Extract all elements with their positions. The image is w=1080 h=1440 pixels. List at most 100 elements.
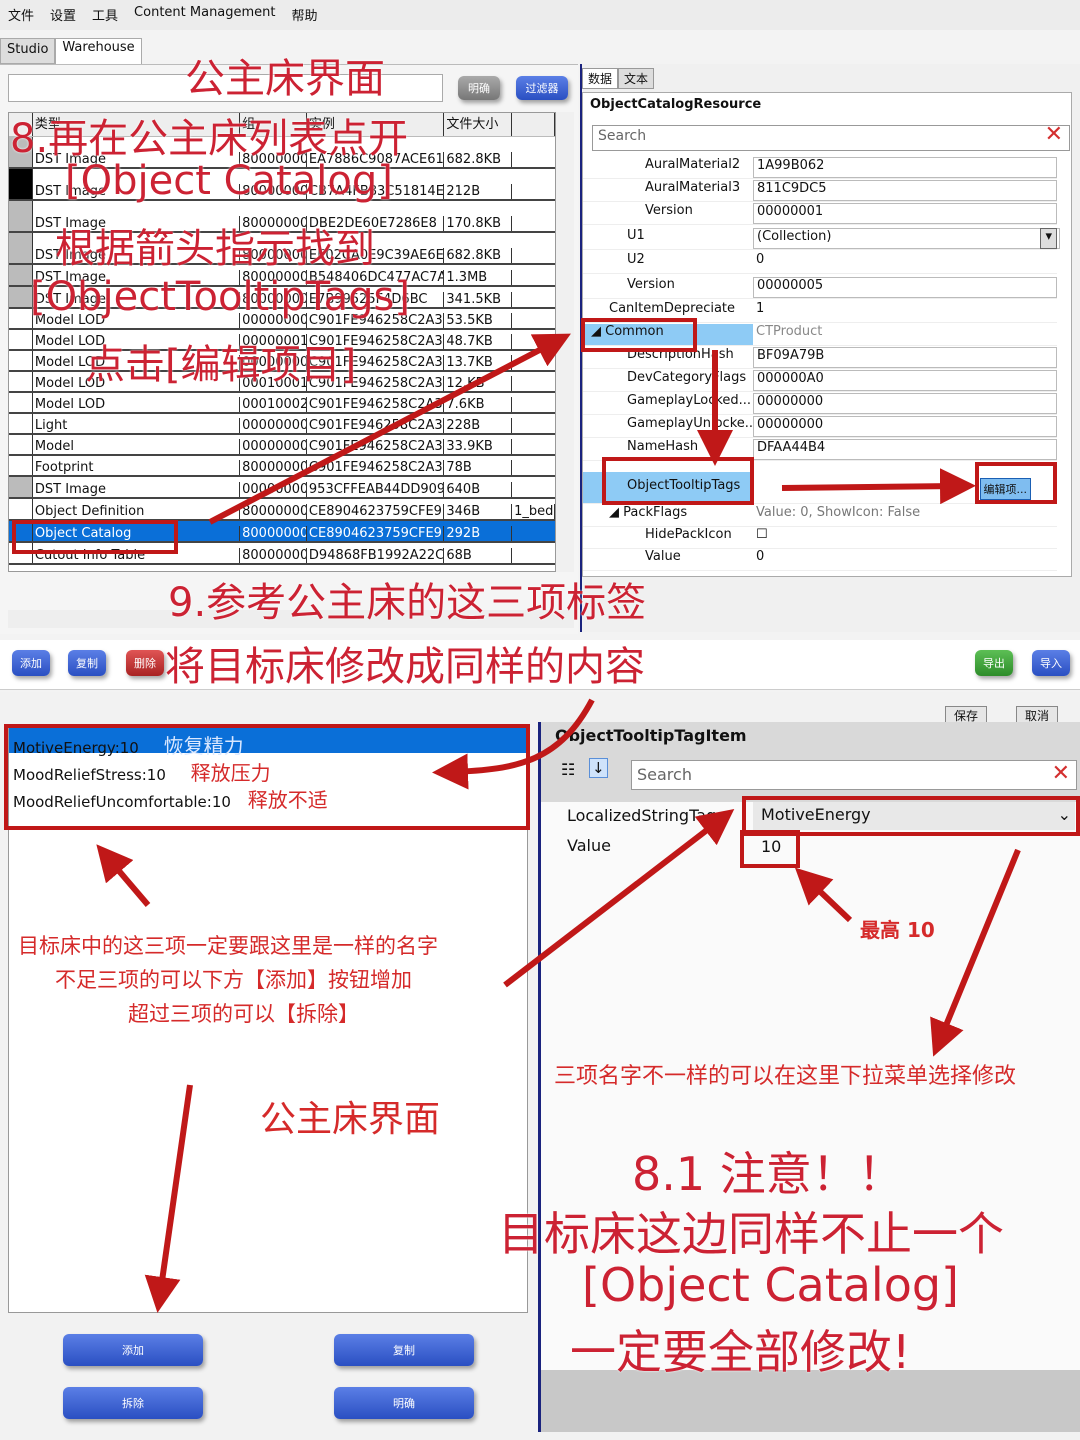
table-cell: DST Image bbox=[33, 482, 241, 497]
property-value[interactable]: (Collection) bbox=[753, 228, 1061, 249]
property-label: AuralMaterial3 bbox=[645, 180, 741, 195]
categorized-sort-icon[interactable]: ☷ bbox=[561, 760, 575, 779]
copy-button[interactable]: 复制 bbox=[68, 650, 106, 676]
property-value[interactable]: 1 bbox=[753, 301, 1057, 322]
property-search-input[interactable]: Search ✕ bbox=[592, 122, 1070, 151]
table-cell: 1_bed bbox=[514, 504, 555, 519]
table-cell: 682.8KB bbox=[444, 248, 513, 263]
tag-search-input[interactable]: Search ✕ bbox=[631, 760, 1077, 790]
property-value[interactable]: 00000000 bbox=[753, 416, 1057, 437]
header-extra[interactable] bbox=[512, 113, 555, 136]
property-value[interactable]: 811C9DC5 bbox=[753, 180, 1057, 201]
property-value[interactable]: 000000A0 bbox=[753, 370, 1057, 391]
property-value[interactable]: 00000001 bbox=[753, 203, 1057, 224]
property-row[interactable]: Value 0 bbox=[583, 549, 1057, 571]
property-value[interactable]: 0 bbox=[753, 252, 1057, 273]
table-row[interactable]: Model LOD 00010002 C901FE946258C2A3 7.6KB bbox=[9, 393, 555, 414]
property-label: U1 bbox=[627, 228, 645, 243]
property-value[interactable]: 1A99B062 bbox=[753, 157, 1057, 178]
thumbnail-icon bbox=[9, 499, 33, 519]
property-row[interactable]: AuralMaterial3 811C9DC5 bbox=[583, 180, 1057, 202]
tab-studio[interactable]: Studio bbox=[0, 38, 56, 64]
tab-warehouse[interactable]: Warehouse bbox=[55, 38, 142, 64]
menu-settings[interactable]: 设置 bbox=[50, 5, 76, 25]
add-tag-button[interactable]: 添加 bbox=[63, 1334, 203, 1366]
thumbnail-icon bbox=[9, 435, 33, 454]
table-row[interactable]: Footprint 80000000 C901FE946258C2A3 78B bbox=[9, 456, 555, 477]
table-cell: 640B bbox=[444, 482, 513, 497]
property-row[interactable]: HidePackIcon ☐ bbox=[583, 527, 1057, 549]
menu-content-management[interactable]: Content Management bbox=[134, 5, 275, 25]
clear-search-icon[interactable]: ✕ bbox=[1052, 761, 1070, 786]
annotation: 目标床中的这三项一定要跟这里是一样的名字 bbox=[18, 934, 438, 958]
search-placeholder: Search bbox=[598, 128, 647, 144]
field-label: LocalizedStringTag bbox=[567, 806, 717, 825]
export-button[interactable]: 导出 bbox=[975, 650, 1013, 676]
property-value[interactable]: ☐ bbox=[753, 527, 1057, 548]
property-row[interactable]: DevCategoryFlags 000000A0 bbox=[583, 370, 1057, 392]
menu-tools[interactable]: 工具 bbox=[92, 5, 118, 25]
property-value[interactable]: DFAA44B4 bbox=[753, 439, 1057, 460]
table-row[interactable]: DST Image 00000000 953CFFEAB44DD909 640B bbox=[9, 477, 555, 499]
table-cell: Model bbox=[33, 439, 241, 454]
add-button[interactable]: 添加 bbox=[12, 650, 50, 676]
alphabetical-sort-icon[interactable]: ↓ bbox=[589, 758, 608, 778]
table-cell: C901FE946258C2A3 bbox=[308, 439, 445, 454]
highlight-box bbox=[4, 724, 530, 830]
table-cell: 00000000 bbox=[242, 418, 307, 433]
clear-search-icon[interactable]: ✕ bbox=[1045, 122, 1063, 147]
clear-tag-button[interactable]: 明确 bbox=[334, 1387, 474, 1419]
property-value[interactable]: 00000000 bbox=[753, 393, 1057, 414]
thumbnail-icon bbox=[9, 169, 33, 199]
table-cell: 80000000 bbox=[242, 548, 307, 563]
table-scrollbar[interactable] bbox=[556, 112, 574, 572]
table-cell: 00010002 bbox=[242, 397, 307, 412]
property-label: GameplayLocked... bbox=[627, 393, 752, 408]
thumbnail-icon bbox=[9, 351, 33, 370]
property-value[interactable]: 00000005 bbox=[753, 277, 1057, 298]
highlight-box bbox=[12, 520, 178, 554]
property-value[interactable]: Value: 0, ShowIcon: False bbox=[753, 505, 1057, 526]
filter-button[interactable]: 过滤器 bbox=[516, 76, 568, 100]
property-row[interactable]: Version 00000005 bbox=[583, 277, 1057, 299]
property-row[interactable]: AuralMaterial2 1A99B062 bbox=[583, 157, 1057, 179]
copy-tag-button[interactable]: 复制 bbox=[334, 1334, 474, 1366]
remove-tag-button[interactable]: 拆除 bbox=[63, 1387, 203, 1419]
property-row[interactable]: Version 00000001 bbox=[583, 203, 1057, 225]
highlight-box bbox=[581, 318, 697, 352]
annotation: 8.1 注意！！ bbox=[632, 1147, 904, 1201]
tab-data[interactable]: 数据 bbox=[582, 68, 619, 89]
delete-button[interactable]: 删除 bbox=[126, 650, 164, 676]
menu-help[interactable]: 帮助 bbox=[292, 5, 318, 25]
table-cell: 170.8KB bbox=[444, 216, 513, 231]
table-row[interactable]: Model 00000000 C901FE946258C2A3 33.9KB bbox=[9, 435, 555, 456]
clear-button[interactable]: 明确 bbox=[458, 76, 500, 100]
annotation: 目标床这边同样不止一个 bbox=[498, 1207, 1004, 1261]
property-row[interactable]: GameplayUnlocke... 00000000 bbox=[583, 416, 1057, 438]
table-cell: C901FE946258C2A3 bbox=[308, 397, 445, 412]
property-label: DevCategoryFlags bbox=[627, 370, 747, 385]
property-value[interactable]: 0 bbox=[753, 549, 1057, 570]
table-cell: 346B bbox=[444, 504, 513, 519]
header-size[interactable]: 文件大小 bbox=[444, 113, 513, 136]
table-row[interactable]: Light 00000000 C901FE946258C2A3 228B bbox=[9, 414, 555, 435]
dropdown-icon[interactable]: ▾ bbox=[1040, 228, 1057, 249]
value-field[interactable]: 10 bbox=[753, 834, 1075, 862]
property-row[interactable]: U1 (Collection) ▾ bbox=[583, 228, 1061, 250]
table-cell: Model LOD bbox=[33, 397, 241, 412]
table-cell: 953CFFEAB44DD909 bbox=[308, 482, 445, 497]
property-value[interactable]: BF09A79B bbox=[753, 347, 1057, 368]
property-row[interactable]: U2 0 bbox=[583, 252, 1057, 274]
table-cell: 212B bbox=[444, 184, 513, 199]
property-label: HidePackIcon bbox=[645, 527, 732, 542]
property-value[interactable]: CTProduct bbox=[753, 324, 1057, 345]
annotation: 超过三项的可以【拆除】 bbox=[128, 1002, 359, 1026]
tab-text[interactable]: 文本 bbox=[618, 68, 655, 89]
menu-file[interactable]: 文件 bbox=[8, 5, 34, 25]
property-row[interactable]: ◢ PackFlags Value: 0, ShowIcon: False bbox=[583, 505, 1057, 527]
import-button[interactable]: 导入 bbox=[1032, 650, 1070, 676]
property-row[interactable]: GameplayLocked... 00000000 bbox=[583, 393, 1057, 415]
table-cell: 12.KB bbox=[444, 376, 513, 391]
table-row[interactable]: Object Definition 80000000 CE8904623759CFE… bbox=[9, 499, 555, 521]
table-cell: 78B bbox=[444, 460, 513, 475]
